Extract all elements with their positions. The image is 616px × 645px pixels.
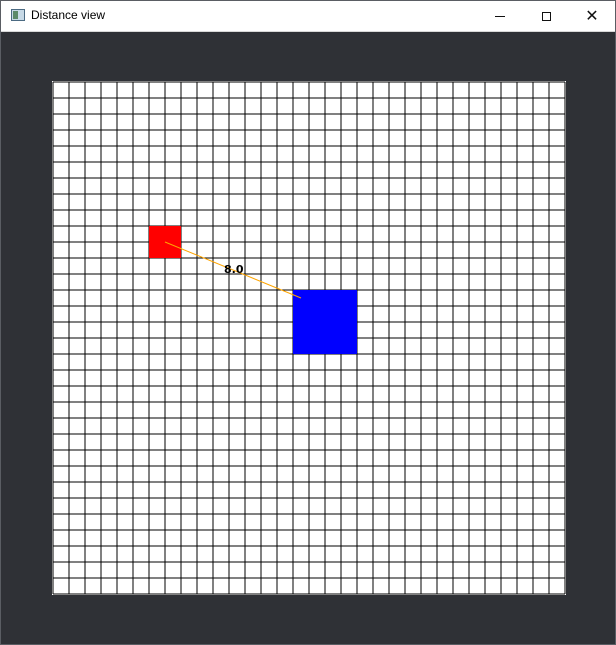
minimize-button[interactable] bbox=[477, 1, 523, 31]
window-title: Distance view bbox=[31, 8, 106, 22]
close-button[interactable]: ✕ bbox=[569, 1, 615, 31]
grid-board[interactable]: 8.0 bbox=[52, 81, 566, 595]
maximize-icon bbox=[541, 11, 551, 21]
app-window: Distance view ✕ 8.0 bbox=[0, 0, 616, 645]
distance-canvas[interactable]: 8.0 bbox=[1, 32, 615, 644]
close-icon: ✕ bbox=[585, 6, 599, 25]
minimize-icon bbox=[495, 15, 505, 17]
title-bar[interactable]: Distance view ✕ bbox=[1, 1, 615, 32]
app-icon bbox=[11, 9, 25, 21]
maximize-button[interactable] bbox=[523, 1, 569, 31]
distance-label: 8.0 bbox=[224, 263, 244, 276]
blue-square[interactable] bbox=[293, 290, 357, 354]
